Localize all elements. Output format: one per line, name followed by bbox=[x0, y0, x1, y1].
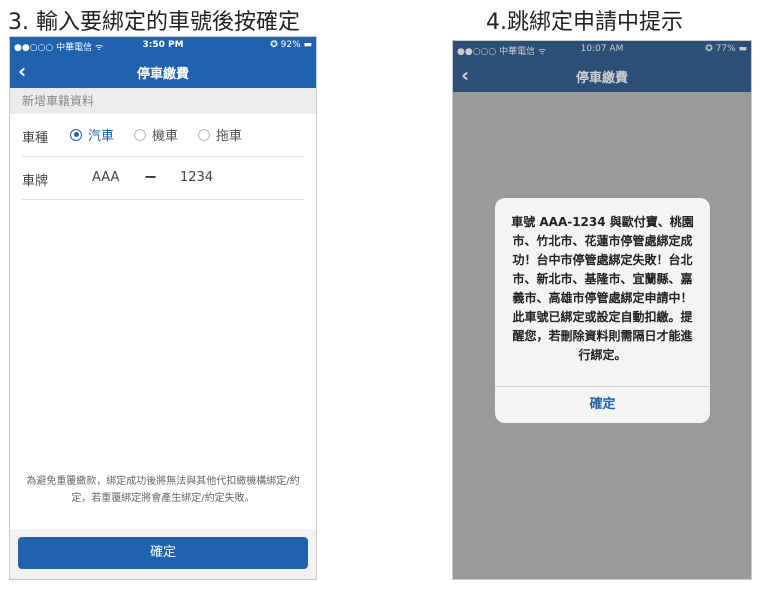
vehicle-type-label: 車種 bbox=[22, 131, 49, 146]
radio-unselected-icon bbox=[134, 128, 146, 141]
plate-separator: − bbox=[144, 167, 158, 186]
radio-motorcycle[interactable]: 機車 bbox=[134, 125, 178, 144]
section-header: 新增車籍資料 bbox=[10, 88, 316, 114]
radio-trailer[interactable]: 拖車 bbox=[198, 125, 242, 144]
page-title: 停車繳費 bbox=[136, 67, 189, 82]
plate-prefix-input[interactable]: AAA bbox=[92, 170, 119, 185]
plate-row: 車牌 AAA − 1234 bbox=[22, 157, 304, 200]
radio-motorcycle-label: 機車 bbox=[152, 129, 179, 144]
battery-indicator: ✪ 92% ▬ bbox=[270, 40, 312, 50]
radio-car-label: 汽車 bbox=[88, 129, 115, 144]
vehicle-type-row: 車種 汽車 機車 拖車 bbox=[22, 114, 304, 157]
radio-unselected-icon bbox=[198, 128, 210, 141]
caption-step-4: 4.跳綁定申請中提示 bbox=[486, 10, 683, 35]
phone-screen-add-vehicle: ●●○○○ 中華電信 ᯤ 3:50 PM ✪ 92% ▬ ‹ 停車繳費 新增車籍… bbox=[9, 36, 317, 580]
phone-screen-binding-alert: ●●○○○ 中華電信 ᯤ 10:07 AM ✪ 77% ▬ ‹ 停車繳費 車號 … bbox=[452, 40, 752, 580]
alert-confirm-button[interactable]: 確定 bbox=[495, 387, 710, 423]
radio-car[interactable]: 汽車 bbox=[70, 125, 114, 144]
bottom-action-area: 確定 bbox=[10, 529, 316, 579]
caption-step-3: 3. 輸入要綁定的車號後按確定 bbox=[8, 10, 300, 35]
binding-notice: 為避免重覆繳款，綁定成功後將無法與其他代扣繳機構綁定/約定，若重覆綁定將會產生綁… bbox=[26, 476, 300, 504]
status-bar: ●●○○○ 中華電信 ᯤ 3:50 PM ✪ 92% ▬ bbox=[10, 37, 316, 55]
plate-number-input[interactable]: 1234 bbox=[180, 170, 213, 185]
status-bar: ●●○○○ 中華電信 ᯤ 10:07 AM ✪ 77% ▬ bbox=[453, 41, 751, 59]
nav-bar: ‹ 停車繳費 bbox=[10, 55, 316, 88]
radio-trailer-label: 拖車 bbox=[216, 129, 243, 144]
plate-label: 車牌 bbox=[22, 174, 49, 189]
page-title: 停車繳費 bbox=[575, 71, 628, 86]
confirm-button[interactable]: 確定 bbox=[18, 537, 308, 569]
alert-dialog: 車號 AAA-1234 與歐付寶、桃園市、竹北市、花蓮市停管處綁定成功！台中市停… bbox=[495, 198, 710, 423]
nav-bar: ‹ 停車繳費 bbox=[453, 59, 751, 92]
radio-selected-icon bbox=[70, 128, 82, 141]
alert-message: 車號 AAA-1234 與歐付寶、桃園市、竹北市、花蓮市停管處綁定成功！台中市停… bbox=[511, 215, 694, 362]
battery-indicator: ✪ 77% ▬ bbox=[705, 44, 747, 54]
